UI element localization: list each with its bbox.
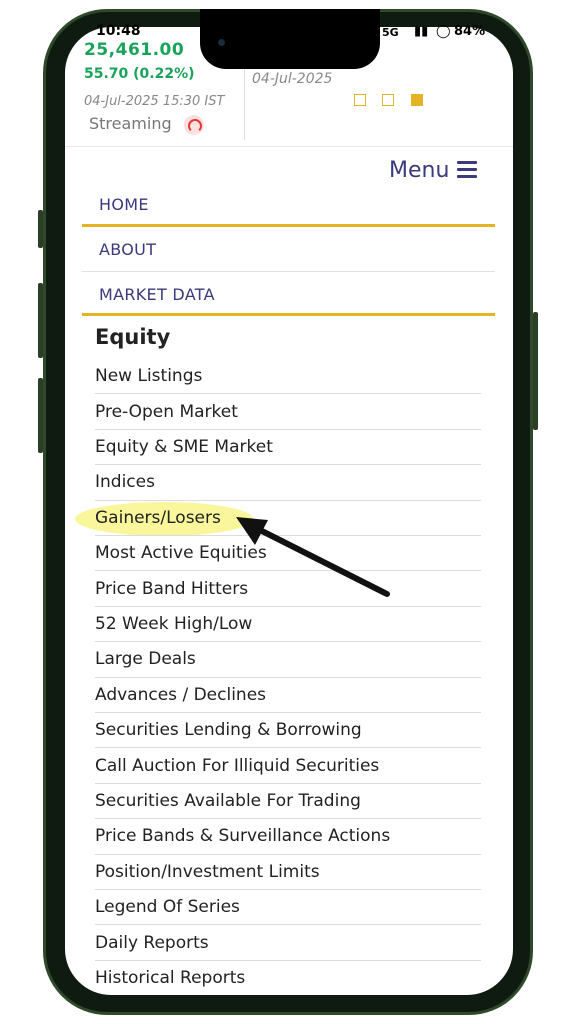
submenu-securities-available[interactable]: Securities Available For Trading: [95, 784, 481, 820]
submenu-label: Securities Available For Trading: [95, 790, 361, 811]
nav-item-market-data[interactable]: MARKET DATA: [82, 272, 495, 316]
index-value: 25,461.00: [84, 40, 185, 60]
header-divider: [65, 146, 513, 147]
streaming-label: Streaming: [89, 114, 172, 133]
submenu-indices[interactable]: Indices: [95, 465, 481, 501]
streaming-icon[interactable]: [184, 115, 204, 135]
submenu-historical-reports[interactable]: Historical Reports: [95, 961, 481, 996]
submenu-label: 52 Week High/Low: [95, 613, 253, 634]
nav-item-home[interactable]: HOME: [82, 182, 495, 226]
submenu-label: Legend Of Series: [95, 897, 240, 918]
submenu-label: Call Auction For Illiquid Securities: [95, 755, 380, 776]
submenu-advances-declines[interactable]: Advances / Declines: [95, 678, 481, 713]
submenu-52-week-high-low[interactable]: 52 Week High/Low: [95, 607, 481, 643]
menu-label: Menu: [389, 157, 450, 183]
submenu-label: Gainers/Losers: [95, 507, 221, 528]
signal-icon: ▮▮: [414, 24, 429, 39]
mute-switch: [38, 210, 43, 248]
submenu-label: Most Active Equities: [95, 543, 267, 564]
submenu-price-band-hitters[interactable]: Price Band Hitters: [95, 571, 481, 607]
submenu-pre-open-market[interactable]: Pre-Open Market: [95, 394, 481, 430]
submenu-label: Pre-Open Market: [95, 401, 238, 422]
submenu-position-investment-limits[interactable]: Position/Investment Limits: [95, 855, 481, 890]
submenu-legend-of-series[interactable]: Legend Of Series: [95, 890, 481, 926]
volume-down-button: [38, 378, 43, 453]
power-button: [533, 312, 538, 430]
submenu-label: Historical Reports: [95, 968, 246, 989]
index-timestamp: 04-Jul-2025 15:30 IST: [84, 94, 225, 109]
nav-item-about[interactable]: ABOUT: [82, 227, 495, 271]
carousel-dot-2[interactable]: [382, 94, 394, 106]
submenu-gainers-losers[interactable]: Gainers/Losers: [95, 501, 481, 536]
section-title-equity: Equity: [95, 325, 171, 349]
submenu-label: Price Band Hitters: [95, 578, 249, 599]
submenu-large-deals[interactable]: Large Deals: [95, 642, 481, 678]
submenu-most-active-equities[interactable]: Most Active Equities: [95, 536, 481, 572]
submenu-label: Price Bands & Surveillance Actions: [95, 826, 391, 847]
index-change: 55.70 (0.22%): [84, 66, 195, 82]
submenu-label: Daily Reports: [95, 932, 209, 953]
menu-toggle-button[interactable]: Menu: [389, 155, 478, 185]
nav-divider-gold: [82, 313, 495, 316]
submenu-label: Equity & SME Market: [95, 436, 273, 457]
volume-up-button: [38, 283, 43, 358]
notch: [200, 9, 380, 69]
submenu-label: Large Deals: [95, 649, 196, 670]
submenu-new-listings[interactable]: New Listings: [95, 359, 481, 395]
submenu-equity-sme-market[interactable]: Equity & SME Market: [95, 430, 481, 466]
carousel-dot-1[interactable]: [354, 94, 366, 106]
nav-item-label: ABOUT: [99, 239, 157, 259]
status-time: 10:48: [96, 23, 141, 39]
submenu-securities-lending-borrowing[interactable]: Securities Lending & Borrowing: [95, 713, 481, 749]
battery-level: 84%: [454, 24, 486, 39]
submenu-daily-reports[interactable]: Daily Reports: [95, 925, 481, 961]
camera-icon: [218, 39, 225, 46]
submenu-call-auction[interactable]: Call Auction For Illiquid Securities: [95, 748, 481, 784]
submenu-label: New Listings: [95, 366, 203, 387]
battery-saver-icon: ◯: [436, 24, 451, 39]
nav-item-label: MARKET DATA: [99, 284, 215, 304]
second-ticker-date: 04-Jul-2025: [252, 71, 333, 87]
submenu-price-bands-surveillance[interactable]: Price Bands & Surveillance Actions: [95, 819, 481, 855]
submenu-label: Securities Lending & Borrowing: [95, 720, 362, 741]
submenu-label: Advances / Declines: [95, 684, 267, 705]
submenu-label: Position/Investment Limits: [95, 861, 320, 882]
submenu-label: Indices: [95, 472, 155, 493]
hamburger-icon: [457, 161, 478, 179]
carousel-dot-3-active[interactable]: [411, 94, 423, 106]
nav-item-label: HOME: [99, 194, 149, 214]
status-network: 5G: [382, 26, 399, 39]
